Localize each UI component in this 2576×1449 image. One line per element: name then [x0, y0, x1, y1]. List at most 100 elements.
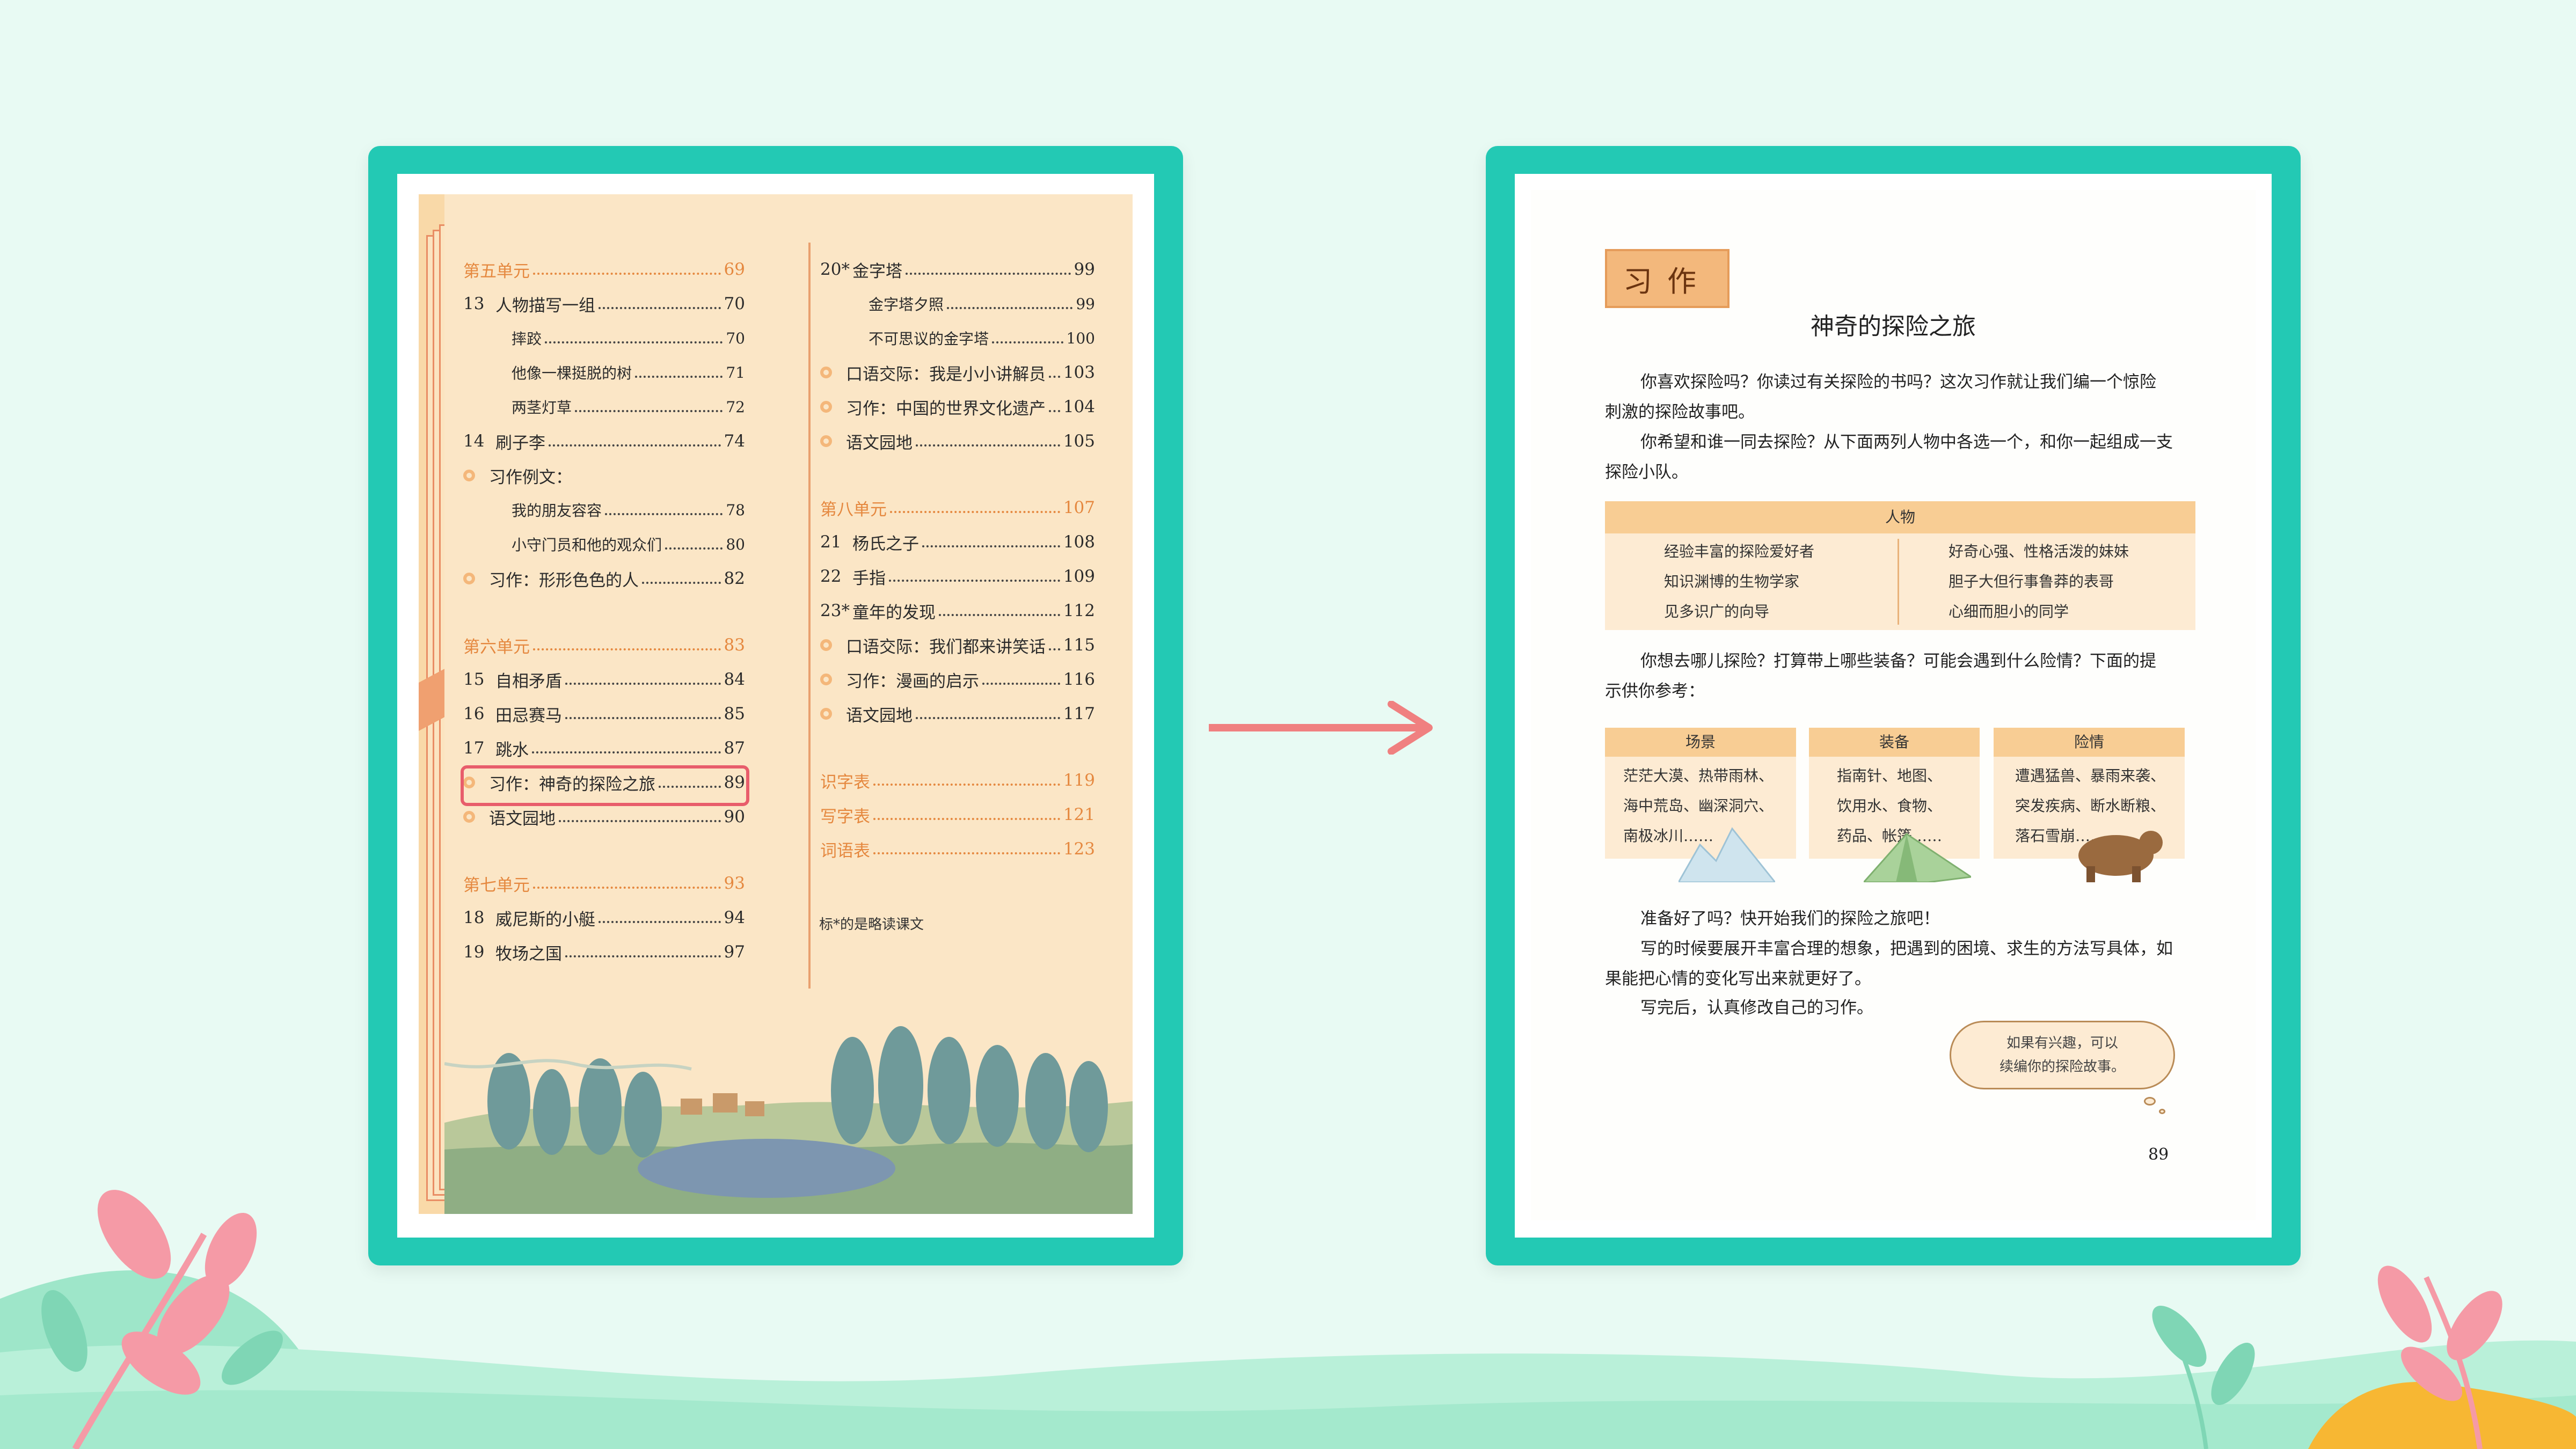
- tent-icon: [1864, 833, 1971, 882]
- paragraph-1: 你喜欢探险吗？你读过有关探险的书吗？这次习作就让我们编一个惊险 刺激的探险故事吧…: [1605, 367, 2195, 427]
- toc-entry-label: 口语交际：我们都来讲笑话: [846, 637, 1046, 657]
- toc-entry-row: 口语交际：我们都来讲笑话 115: [820, 629, 1095, 661]
- toc-entry-label: 习作：中国的世界文化遗产: [846, 399, 1046, 419]
- toc-note: 标*的是略读课文: [819, 917, 924, 933]
- arrow-icon: [1209, 701, 1433, 755]
- article-title: 神奇的探险之旅: [1811, 313, 1976, 340]
- toc-page-number: 108: [1063, 532, 1095, 552]
- toc-entry-row: 19 牧场之国 97: [463, 936, 745, 968]
- leader-dots: [906, 273, 1071, 275]
- toc-entry-label: 刷子李: [495, 433, 545, 453]
- scene-item: 茫茫大漠、热带雨林、: [1623, 767, 1774, 785]
- toc-entry-label: 跳水: [495, 740, 529, 760]
- article-paper: 习作 神奇的探险之旅 你喜欢探险吗？你读过有关探险的书吗？这次习作就让我们编一个…: [1515, 174, 2272, 1238]
- toc-unit-row: 第六单元 83: [463, 629, 745, 661]
- bullet-icon: [463, 573, 475, 584]
- toc-page-number: 123: [1063, 839, 1095, 859]
- leader-dots: [559, 820, 721, 822]
- toc-entry-row: 小守门员和他的观众们 80: [512, 528, 745, 560]
- lesson-number: 20*: [820, 260, 850, 279]
- article-frame: 习作 神奇的探险之旅 你喜欢探险吗？你读过有关探险的书吗？这次习作就让我们编一个…: [1486, 146, 2301, 1265]
- toc-page-number: 84: [724, 670, 745, 689]
- toc-page-number: 74: [724, 431, 745, 451]
- toc-page-number: 99: [1076, 295, 1095, 313]
- leader-dots: [599, 307, 721, 309]
- equipment-table-header: 装备: [1809, 728, 1980, 757]
- toc-entry-label: 小守门员和他的观众们: [512, 536, 662, 554]
- toc-page-number: 94: [724, 908, 745, 927]
- danger-item: 遭遇猛兽、暴雨来袭、: [2015, 767, 2166, 785]
- lesson-number: 16: [463, 704, 485, 723]
- toc-entry-row: 21 杨氏之子 108: [820, 526, 1095, 558]
- leader-dots: [575, 410, 723, 412]
- danger-item: 突发疾病、断水断粮、: [2015, 797, 2166, 815]
- leader-dots: [549, 444, 721, 447]
- toc-entry-label: 语文园地: [489, 809, 556, 829]
- toc-entry-row: 习作：中国的世界文化遗产 104: [820, 391, 1095, 423]
- toc-paper: 第五单元 69 13 人物描写一组 70 摔跤 70 他像一棵挺脱的树 71 两茎灯草 72 14 刷子…: [397, 174, 1154, 1238]
- toc-unit-row: 写字表 121: [820, 799, 1095, 831]
- iceberg-icon: [1679, 827, 1775, 882]
- people-item: 心细而胆小的同学: [1949, 603, 2069, 620]
- page-number: 89: [2148, 1145, 2169, 1164]
- people-right-list: 好奇心强、性格活泼的妹妹 胆子大但行事鲁莽的表哥 心细而胆小的同学: [1949, 537, 2129, 627]
- toc-page-number: 115: [1063, 635, 1095, 655]
- people-item: 知识渊博的生物学家: [1664, 573, 1800, 590]
- leader-dots: [635, 376, 723, 378]
- lesson-number: 21: [820, 532, 842, 552]
- toc-entry-label: 第七单元: [463, 875, 530, 895]
- leader-dots: [599, 921, 721, 923]
- people-item: 胆子大但行事鲁莽的表哥: [1949, 573, 2114, 590]
- toc-entry-label: 自相矛盾: [495, 671, 562, 691]
- paragraph-5-line-2: 果能把心情的变化写出来就更好了。: [1605, 969, 1871, 989]
- toc-page-number: 100: [1066, 329, 1095, 347]
- toc-unit-row: 第七单元 93: [463, 867, 745, 899]
- bubble-tail-dot: [2159, 1109, 2165, 1114]
- toc-page-number: 80: [726, 535, 745, 553]
- people-item: 好奇心强、性格活泼的妹妹: [1949, 543, 2129, 560]
- toc-entry-row: 不可思议的金字塔 100: [869, 322, 1095, 354]
- toc-entry-label: 口语交际：我是小小讲解员: [846, 364, 1046, 384]
- paragraph-2-line-1: 你希望和谁一同去探险？从下面两列人物中各选一个，和你一起组成一支: [1640, 433, 2173, 452]
- leader-dots: [533, 648, 721, 650]
- toc-entry-label: 习作例文：: [489, 467, 572, 487]
- lesson-number: 13: [463, 294, 485, 313]
- lesson-number: 17: [463, 738, 485, 758]
- equipment-item: 指南针、地图、: [1837, 767, 1943, 785]
- leader-dots: [1049, 376, 1060, 378]
- toc-entry-row: 14 刷子李 74: [463, 425, 745, 457]
- paragraph-3-line-2: 示供你参考：: [1605, 682, 1705, 701]
- toc-page-number: 82: [724, 569, 745, 588]
- leader-dots: [947, 307, 1073, 309]
- leader-dots: [982, 683, 1060, 685]
- toc-page-number: 116: [1063, 670, 1095, 689]
- toc-entry-row: 语文园地 105: [820, 425, 1095, 457]
- toc-entry-label: 人物描写一组: [495, 296, 595, 316]
- toc-page-number: 72: [726, 398, 745, 416]
- leader-dots: [873, 784, 1060, 786]
- leader-dots: [565, 683, 721, 685]
- toc-entry-row: 习作：漫画的启示 116: [820, 663, 1095, 696]
- toc-page-number: 97: [724, 942, 745, 962]
- toc-entry-row: 23* 童年的发现 112: [820, 595, 1095, 627]
- toc-entry-label: 习作：漫画的启示: [846, 671, 979, 691]
- leader-dots: [1049, 410, 1060, 412]
- toc-entry-label: 习作：形形色色的人: [489, 570, 639, 590]
- paragraph-1-line-2: 刺激的探险故事吧。: [1605, 402, 1755, 422]
- leader-dots: [565, 955, 721, 957]
- toc-entry-label: 威尼斯的小艇: [495, 910, 595, 930]
- toc-inner-page: 第五单元 69 13 人物描写一组 70 摔跤 70 他像一棵挺脱的树 71 两茎灯草 72 14 刷子…: [444, 194, 1133, 1214]
- section-badge: 习作: [1605, 249, 1730, 308]
- bubble-line-1: 如果有兴趣，可以: [2006, 1035, 2118, 1051]
- toc-entry-label: 第八单元: [820, 500, 887, 519]
- toc-entry-label: 写字表: [820, 807, 870, 826]
- toc-entry-row: 13 人物描写一组 70: [463, 288, 745, 320]
- toc-entry-label: 金字塔夕照: [869, 296, 944, 313]
- toc-entry-label: 词语表: [820, 841, 870, 861]
- paragraph-5: 写的时候要展开丰富合理的想象，把遇到的困境、求生的方法写具体，如 果能把心情的变…: [1605, 934, 2195, 994]
- leader-dots: [922, 545, 1060, 547]
- toc-entry-row: 口语交际：我是小小讲解员 103: [820, 356, 1095, 389]
- toc-entry-label: 第六单元: [463, 637, 530, 657]
- toc-unit-row: 第五单元 69: [463, 253, 745, 286]
- toc-page-number: 112: [1063, 601, 1095, 620]
